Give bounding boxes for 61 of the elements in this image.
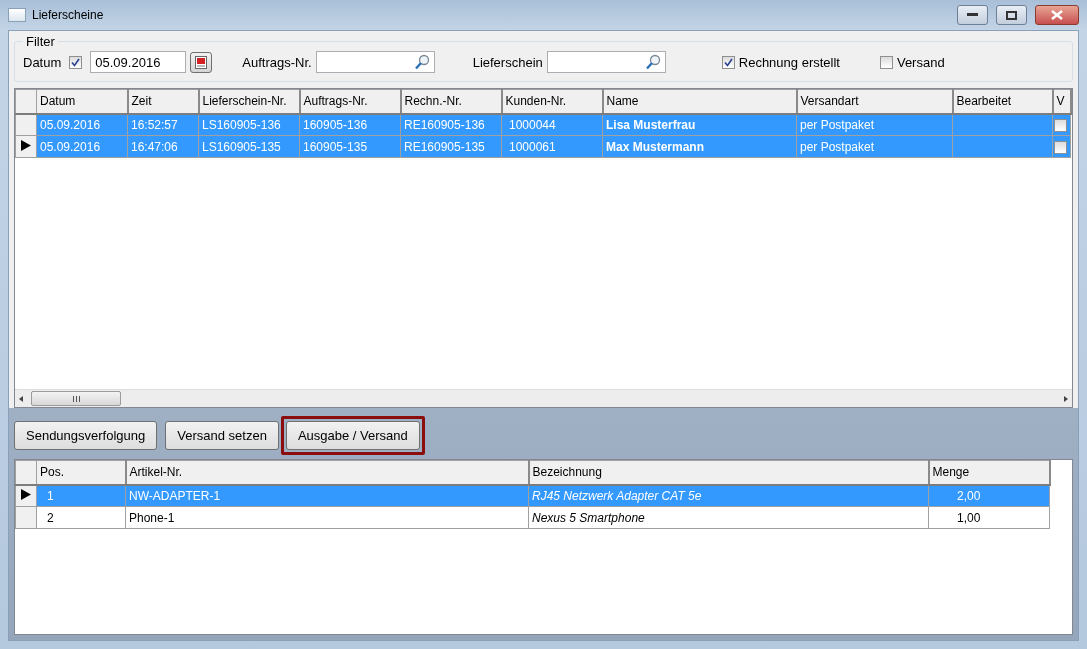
column-header[interactable]: Bezeichnung (528, 460, 929, 485)
search-field[interactable] (315, 51, 435, 73)
action-button[interactable]: Ausgabe / Versand (285, 421, 420, 450)
window-title: Lieferscheine (32, 8, 105, 22)
column-header[interactable]: Pos. (36, 460, 126, 485)
checkmark-icon (71, 57, 81, 67)
calendar-button[interactable] (190, 51, 213, 73)
table-cell: NW-ADAPTER-1 (125, 484, 529, 507)
table-cell: RJ45 Netzwerk Adapter CAT 5e (528, 484, 929, 507)
row-header-corner (15, 89, 37, 114)
close-icon (1051, 10, 1063, 20)
table-cell: per Postpaket (796, 113, 953, 136)
current-row-pointer-icon (21, 488, 31, 500)
column-header[interactable]: Versandart (796, 89, 953, 114)
search-icon (644, 54, 661, 70)
current-row-pointer-icon (21, 139, 31, 151)
row-header[interactable] (15, 135, 37, 158)
checkbox[interactable] (1054, 118, 1067, 132)
field-label: Lieferschein (472, 54, 543, 70)
minimize-icon (967, 13, 978, 17)
table-cell: Max Mustermann (602, 135, 797, 158)
column-header[interactable]: Lieferschein-Nr. (198, 89, 300, 114)
search-field[interactable] (546, 51, 666, 73)
scrollbar-thumb[interactable] (31, 391, 121, 406)
checkbox-label: Versand (896, 54, 945, 70)
calendar-icon (195, 55, 208, 69)
close-button[interactable] (1035, 5, 1079, 25)
minimize-button[interactable] (957, 5, 988, 25)
column-header[interactable]: Name (602, 89, 797, 114)
field-label: Datum (23, 54, 62, 70)
column-header[interactable]: Artikel-Nr. (125, 460, 529, 485)
maximize-icon (1006, 10, 1017, 20)
column-header[interactable]: Rechn.-Nr. (400, 89, 502, 114)
maximize-button[interactable] (996, 5, 1027, 25)
column-header[interactable]: Datum (36, 89, 128, 114)
column-header[interactable]: Kunden-Nr. (501, 89, 603, 114)
date-field[interactable]: 05.09.2016 (90, 51, 187, 73)
column-header[interactable]: Zeit (127, 89, 199, 114)
column-header[interactable]: Menge (928, 460, 1050, 485)
grip-icon (72, 395, 80, 402)
table-cell: Lisa Musterfrau (602, 113, 797, 136)
checkmark-icon (723, 57, 733, 67)
window-icon (8, 8, 26, 22)
table-cell: Phone-1 (125, 506, 529, 529)
row-header-corner (15, 460, 37, 485)
column-header[interactable]: Bearbeitet (952, 89, 1053, 114)
table-cell: per Postpaket (796, 135, 953, 158)
checkbox-label: Rechnung erstellt (738, 54, 840, 70)
checkbox[interactable] (721, 55, 735, 69)
action-button[interactable]: Versand setzen (165, 421, 279, 450)
field-label: Auftrags-Nr. (242, 54, 312, 70)
table-cell: Nexus 5 Smartphone (528, 506, 929, 529)
row-header[interactable] (15, 484, 37, 507)
search-icon (413, 54, 430, 70)
group-title: Filter (25, 34, 56, 49)
checkbox[interactable] (879, 55, 893, 69)
checkbox[interactable] (1054, 140, 1067, 154)
horizontal-scrollbar[interactable] (15, 389, 1072, 407)
action-button[interactable]: Sendungsverfolgung (14, 421, 158, 450)
checkbox[interactable] (69, 55, 83, 69)
column-header[interactable]: Auftrags-Nr. (299, 89, 401, 114)
